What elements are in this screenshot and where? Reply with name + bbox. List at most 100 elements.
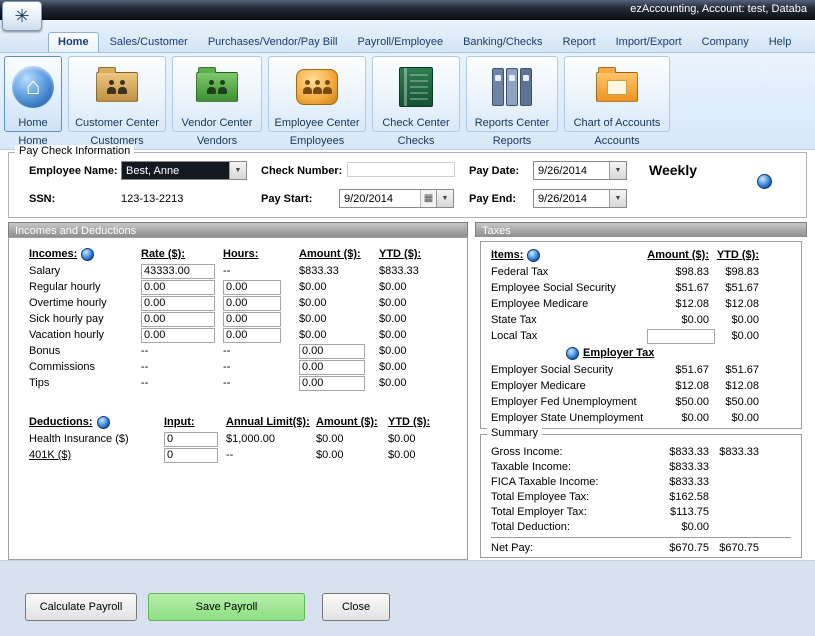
chevron-down-icon[interactable]: ▼ [609,162,626,179]
tips-amount-input[interactable] [299,376,365,391]
vacation-hourly-hours-input[interactable] [223,328,281,343]
income-hours-value: -- [223,345,299,357]
tab-payroll-employee[interactable]: Payroll/Employee [348,33,452,52]
reports-center-button[interactable]: Reports Center [466,56,558,132]
overtime-hourly-rate-input[interactable] [141,296,215,311]
tax-row-employer-fed-unemployment: Employer Fed Unemployment $50.00 $50.00 [481,394,801,410]
tab-help[interactable]: Help [760,33,801,52]
income-row-regular-hourly: Regular hourly $0.00 $0.00 [9,279,467,295]
employee-name-select[interactable]: Best, Anne ▼ [121,161,247,180]
tab-import-export[interactable]: Import/Export [607,33,691,52]
paycheck-info-groupbox: Pay Check Information Employee Name: Bes… [8,152,807,218]
income-ytd-value: $0.00 [379,313,449,325]
pay-end-label: Pay End: [469,193,516,205]
ytd-column-header: YTD ($): [709,249,759,261]
taxes-help-globe-icon[interactable] [527,249,540,262]
overtime-hourly-hours-input[interactable] [223,296,281,311]
regular-hourly-rate-input[interactable] [141,280,215,295]
taxes-section-header: Taxes [475,222,807,237]
main-toolbar: ⌂ Home Home Customer Center Customers Ve… [0,53,815,150]
calendar-icon[interactable]: ▦ [420,190,436,207]
toolbar-col-check-center: Check Center Checks [372,56,460,147]
summary-row-total-employee-tax: Total Employee Tax: $162.58 [481,489,801,504]
income-row-bonus: Bonus -- -- $0.00 [9,343,467,359]
tab-purchases-vendor-pay-bill[interactable]: Purchases/Vendor/Pay Bill [199,33,347,52]
employee-center-icon [296,69,338,105]
paycheck-info-title: Pay Check Information [15,145,134,157]
health-insurance-input[interactable] [164,432,218,447]
toolbar-button-label: Vendor Center [182,117,253,129]
check-number-input[interactable] [347,162,455,177]
pay-frequency-label: Weekly [649,162,697,178]
pay-start-datepicker[interactable]: 9/20/2014 ▦ ▼ [339,189,454,208]
income-row-commissions: Commissions -- -- $0.00 [9,359,467,375]
commissions-amount-input[interactable] [299,360,365,375]
local-tax-input[interactable] [647,329,715,344]
regular-hourly-hours-input[interactable] [223,280,281,295]
deduction-limit-value: $1,000.00 [226,433,316,445]
close-button[interactable]: Close [322,593,390,621]
save-payroll-button[interactable]: Save Payroll [148,593,305,621]
tax-ytd-value: $12.08 [709,298,759,310]
home-icon: ⌂ [12,66,54,108]
tax-amount-value: $0.00 [647,314,709,326]
deductions-help-globe-icon[interactable] [97,416,110,429]
income-hours-value: -- [223,361,299,373]
sick-hourly-hours-input[interactable] [223,312,281,327]
tab-banking-checks[interactable]: Banking/Checks [454,33,552,52]
customer-center-icon [96,72,138,102]
401k-input[interactable] [164,448,218,463]
employer-tax-help-globe-icon[interactable] [566,347,579,360]
calculate-payroll-button[interactable]: Calculate Payroll [25,593,137,621]
tab-company[interactable]: Company [693,33,758,52]
toolbar-group-label: Accounts [594,135,639,147]
customer-center-button[interactable]: Customer Center [68,56,166,132]
bottom-action-bar: Calculate Payroll Save Payroll Close [0,560,815,636]
bonus-amount-input[interactable] [299,344,365,359]
tax-label: State Tax [491,314,647,326]
summary-ytd-value: $833.33 [709,446,759,458]
vendor-center-icon [196,72,238,102]
tab-home[interactable]: Home [48,32,99,52]
pay-end-select[interactable]: 9/26/2014 ▼ [533,189,627,208]
check-center-button[interactable]: Check Center [372,56,460,132]
toolbar-group-label: Checks [398,135,435,147]
incomes-help-globe-icon[interactable] [81,248,94,261]
check-center-icon [399,67,433,107]
home-button[interactable]: ⌂ Home [4,56,62,132]
deductions-header-row: Deductions: Input: Annual Limit($): Amou… [9,413,467,431]
vendor-center-button[interactable]: Vendor Center [172,56,262,132]
summary-amount-value: $833.33 [647,461,709,473]
deduction-amount-value: $0.00 [316,449,388,461]
deduction-row-health-insurance: Health Insurance ($) $1,000.00 $0.00 $0.… [9,431,467,447]
tab-sales-customer[interactable]: Sales/Customer [101,33,197,52]
deduction-label-401k-link[interactable]: 401K ($) [29,449,164,461]
toolbar-group-label: Reports [493,135,532,147]
vacation-hourly-rate-input[interactable] [141,328,215,343]
amount-column-header: Amount ($): [316,416,388,428]
sick-hourly-rate-input[interactable] [141,312,215,327]
rate-column-header: Rate ($): [141,248,223,260]
ytd-column-header: YTD ($): [388,416,458,428]
salary-rate-input[interactable] [141,264,215,279]
toolbar-button-label: Home [18,117,47,129]
chevron-down-icon[interactable]: ▼ [229,162,246,179]
pay-date-select[interactable]: 9/26/2014 ▼ [533,161,627,180]
tab-report[interactable]: Report [554,33,605,52]
summary-label: Taxable Income: [491,461,647,473]
summary-amount-value: $833.33 [647,446,709,458]
income-amount-value: $833.33 [299,265,379,277]
income-label: Overtime hourly [29,297,141,309]
employee-center-button[interactable]: Employee Center [268,56,366,132]
paycheck-help-globe-icon[interactable] [757,174,772,189]
app-menu-button[interactable]: ✳ [2,1,42,31]
chart-of-accounts-button[interactable]: Chart of Accounts [564,56,670,132]
items-column-header: Items: [491,249,523,261]
chevron-down-icon[interactable]: ▼ [436,190,453,207]
deduction-row-401k: 401K ($) -- $0.00 $0.00 [9,447,467,463]
chevron-down-icon[interactable]: ▼ [609,190,626,207]
tax-amount-value: $51.67 [647,282,709,294]
incomes-column-header: Incomes: [29,248,77,260]
tax-ytd-value: $0.00 [709,330,759,342]
income-label: Vacation hourly [29,329,141,341]
